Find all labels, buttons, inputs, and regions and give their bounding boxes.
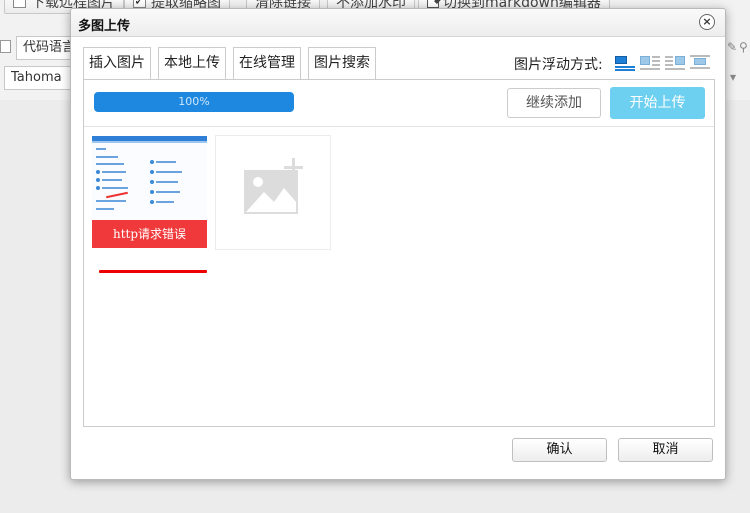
error-progress-line: [99, 270, 207, 273]
thumbnail-image: [92, 136, 207, 220]
start-upload-button[interactable]: 开始上传: [610, 87, 705, 119]
tab-local-upload[interactable]: 本地上传: [158, 47, 226, 80]
float-mode-label: 图片浮动方式:: [514, 57, 603, 73]
font-family-value: Tahoma: [11, 70, 62, 85]
dialog-titlebar: 多图上传 ×: [71, 9, 725, 37]
float-right-icon[interactable]: [665, 54, 685, 70]
checked-checkbox-icon: [133, 0, 146, 12]
list-dropdown-icon[interactable]: ▾: [730, 70, 736, 84]
multi-image-upload-dialog: 多图上传 × 插入图片 本地上传 在线管理 图片搜索 图片浮动方式: 100% …: [70, 8, 726, 480]
close-icon: ×: [702, 15, 712, 28]
upload-panel: 100% 继续添加 开始上传 http请求错误: [83, 79, 715, 427]
tab-online-manage[interactable]: 在线管理: [233, 47, 301, 79]
tab-label: 本地上传: [164, 55, 220, 71]
cancel-button[interactable]: 取消: [618, 438, 713, 462]
tab-label: 图片搜索: [314, 55, 370, 71]
checkbox-icon: [13, 0, 26, 8]
continue-add-button[interactable]: 继续添加: [507, 88, 601, 118]
link-icon[interactable]: ⚲: [739, 40, 748, 54]
close-button[interactable]: ×: [699, 14, 715, 30]
tab-label: 在线管理: [239, 55, 295, 71]
upload-error-banner: http请求错误: [92, 220, 207, 248]
edit-icon: [427, 0, 439, 8]
tab-image-search[interactable]: 图片搜索: [308, 47, 376, 79]
float-left-icon[interactable]: [640, 54, 660, 70]
confirm-button[interactable]: 确认: [512, 438, 607, 462]
upload-progress-bar: 100%: [94, 92, 294, 112]
float-center-icon[interactable]: [690, 54, 710, 70]
editor-checkbox[interactable]: [0, 40, 11, 53]
add-image-placeholder[interactable]: [215, 135, 331, 250]
divider: [84, 126, 714, 127]
float-none-icon[interactable]: [615, 54, 635, 71]
progress-text: 100%: [178, 95, 210, 108]
pen-icon[interactable]: ✎: [727, 40, 737, 54]
code-language-label: 代码语言: [23, 40, 76, 55]
dialog-title: 多图上传: [78, 19, 131, 34]
tab-insert-image[interactable]: 插入图片: [83, 47, 151, 79]
upload-thumbnail[interactable]: http请求错误: [92, 136, 207, 249]
add-image-icon: [244, 158, 303, 214]
tab-label: 插入图片: [89, 55, 145, 71]
